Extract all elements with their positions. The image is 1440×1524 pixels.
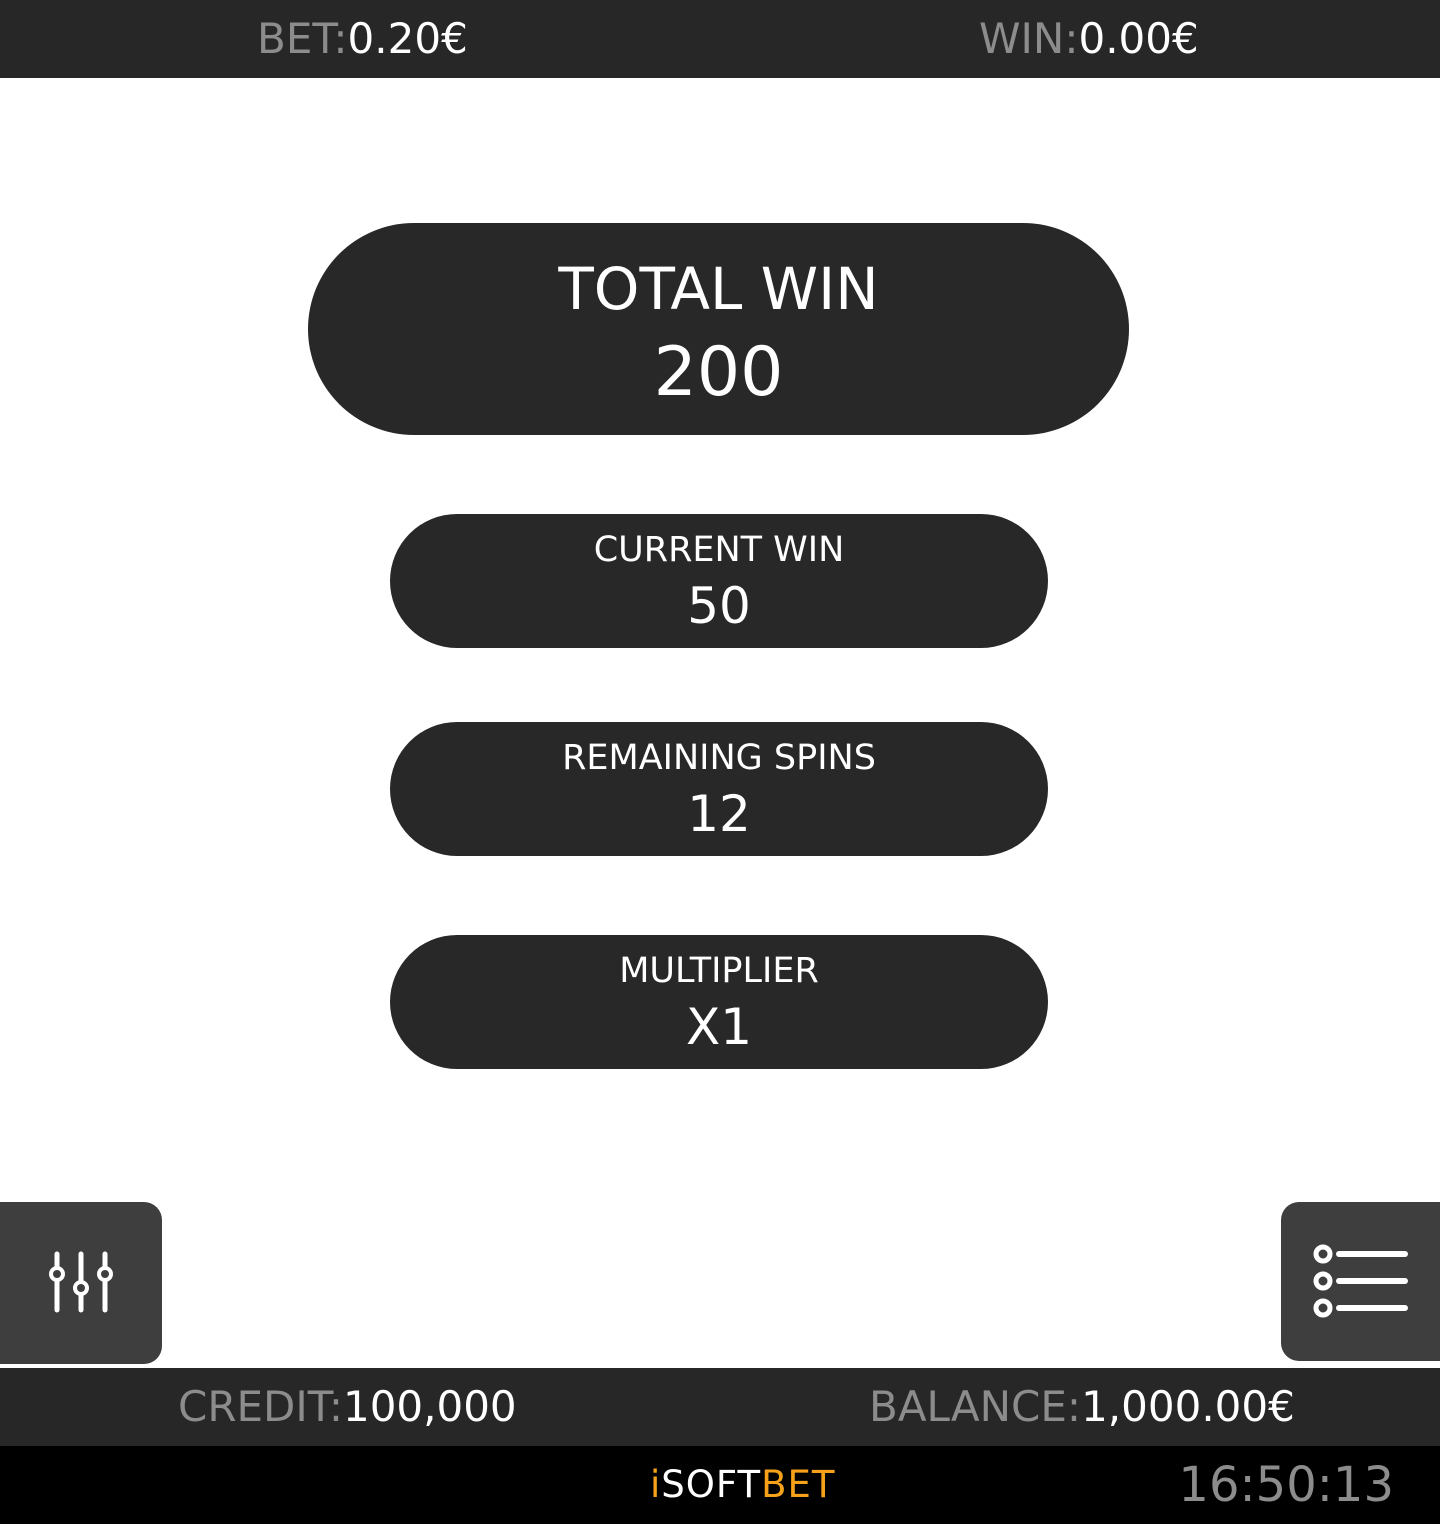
multiplier-value: X1 xyxy=(685,998,753,1056)
top-bar: BET:0.20€ WIN:0.00€ xyxy=(0,0,1440,78)
multiplier-panel: MULTIPLIER X1 xyxy=(390,935,1048,1069)
win-value: 0.00€ xyxy=(1078,14,1199,63)
bet-display: BET:0.20€ xyxy=(257,0,468,78)
logo-suffix: BET xyxy=(761,1463,836,1506)
current-win-value: 50 xyxy=(687,577,751,635)
logo-prefix: i xyxy=(650,1463,662,1506)
multiplier-label: MULTIPLIER xyxy=(619,951,819,991)
remaining-spins-label: REMAINING SPINS xyxy=(562,738,876,778)
clock: 16:50:13 xyxy=(1178,1457,1394,1513)
menu-button[interactable] xyxy=(1281,1202,1440,1361)
bet-label: BET: xyxy=(257,14,348,63)
credit-display: CREDIT:100,000 xyxy=(178,1368,517,1446)
remaining-spins-panel: REMAINING SPINS 12 xyxy=(390,722,1048,856)
balance-value: 1,000.00€ xyxy=(1081,1382,1295,1431)
total-win-label: TOTAL WIN xyxy=(558,255,879,323)
total-win-panel: TOTAL WIN 200 xyxy=(308,223,1129,435)
remaining-spins-value: 12 xyxy=(687,785,751,843)
list-menu-icon xyxy=(1313,1244,1408,1318)
game-screen: BET:0.20€ WIN:0.00€ TOTAL WIN 200 CURREN… xyxy=(0,0,1440,1524)
current-win-label: CURRENT WIN xyxy=(593,530,845,570)
info-bar: CREDIT:100,000 BALANCE:1,000.00€ xyxy=(0,1368,1440,1446)
isoftbet-logo: iSOFTBET xyxy=(650,1446,836,1524)
balance-display: BALANCE:1,000.00€ xyxy=(869,1368,1295,1446)
total-win-value: 200 xyxy=(653,333,784,412)
credit-label: CREDIT: xyxy=(178,1382,343,1431)
current-win-panel: CURRENT WIN 50 xyxy=(390,514,1048,648)
settings-button[interactable] xyxy=(0,1202,162,1364)
bet-value: 0.20€ xyxy=(347,14,468,63)
logo-middle: SOFT xyxy=(661,1463,762,1506)
credit-value: 100,000 xyxy=(342,1382,517,1431)
win-label: WIN: xyxy=(979,14,1079,63)
footer: iSOFTBET 16:50:13 xyxy=(0,1446,1440,1524)
sliders-icon xyxy=(49,1251,113,1313)
win-display: WIN:0.00€ xyxy=(979,0,1199,78)
balance-label: BALANCE: xyxy=(869,1382,1082,1431)
